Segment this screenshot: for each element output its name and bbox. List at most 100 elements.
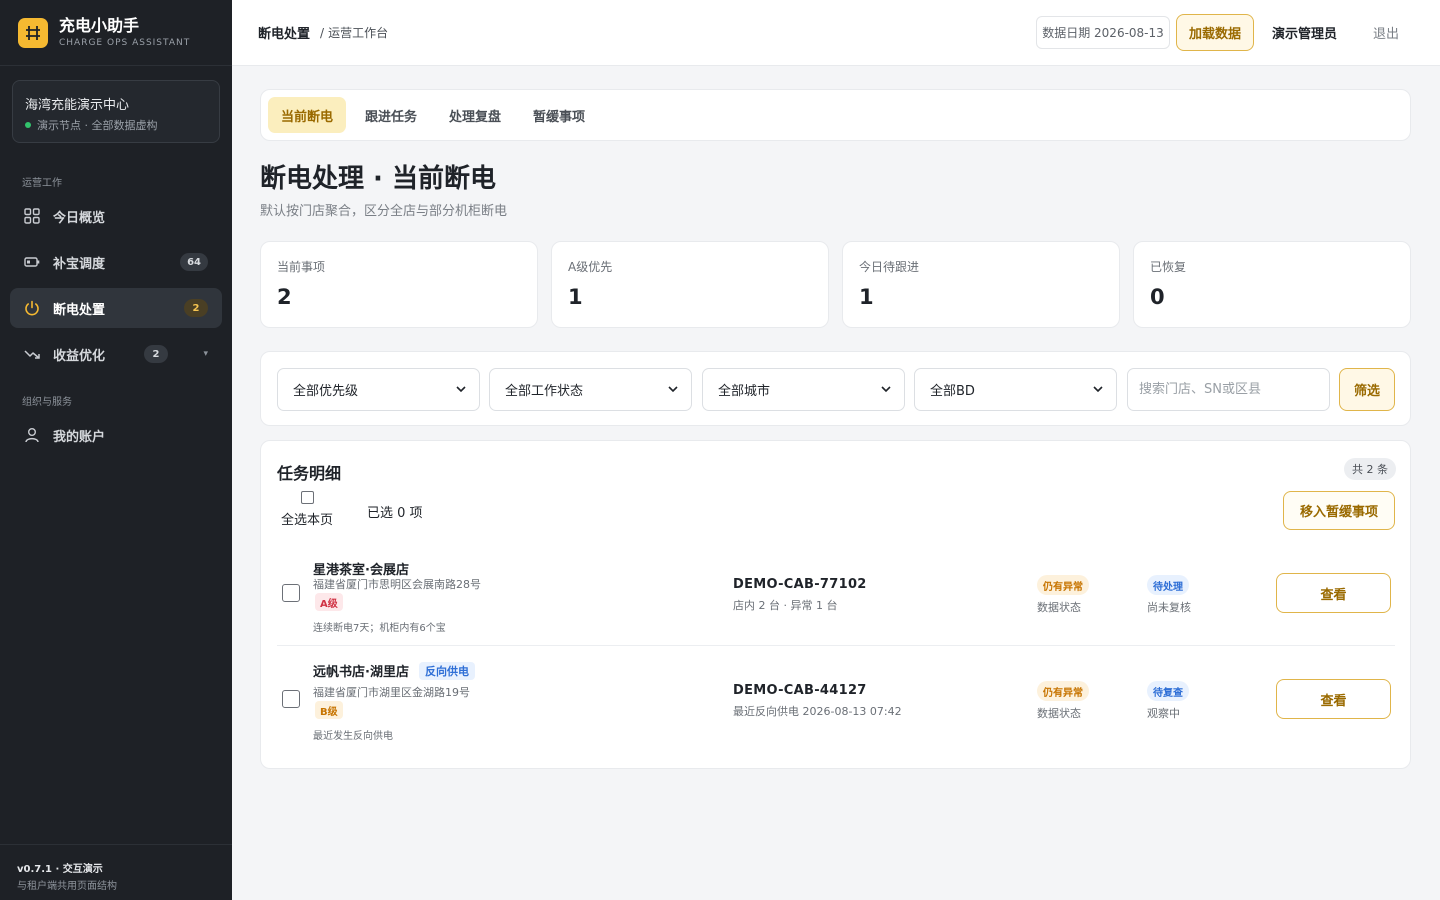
status-dot-icon xyxy=(25,122,31,128)
data-status-badge: 仍有异常 xyxy=(1037,575,1089,595)
nav-group-ops: 运营工作 xyxy=(22,178,62,189)
nav-label: 断电处置 xyxy=(53,302,106,318)
page-description: 默认按门店聚合，区分全店与部分机柜断电 xyxy=(260,204,508,219)
work-status-badge: 待复查 xyxy=(1147,681,1189,701)
load-data-button[interactable]: 加载数据 xyxy=(1176,14,1254,51)
power-icon xyxy=(22,298,42,318)
search-input[interactable] xyxy=(1127,368,1330,411)
status-select[interactable]: 全部工作状态 xyxy=(489,368,692,411)
logout-button[interactable]: 退出 xyxy=(1373,23,1399,42)
row-checkbox[interactable] xyxy=(282,584,300,602)
version-note: 与租户端共用页面结构 xyxy=(17,881,117,892)
view-button[interactable]: 查看 xyxy=(1276,573,1391,613)
nav-group-org: 组织与服务 xyxy=(22,397,72,408)
data-date: 数据日期 2026-08-13 xyxy=(1036,16,1170,49)
nav-item-overview[interactable]: 今日概览 xyxy=(10,196,222,236)
city-select[interactable]: 全部城市 xyxy=(702,368,905,411)
version: v0.7.1 · 交互演示 xyxy=(17,864,103,875)
move-to-deferred-button[interactable]: 移入暂缓事项 xyxy=(1283,491,1395,530)
sidebar: 充电小助手 CHARGE OPS ASSISTANT 海湾充能演示中心 演示节点… xyxy=(0,0,232,900)
task-count-badge: 共 2 条 xyxy=(1344,458,1396,480)
brand-subtitle: CHARGE OPS ASSISTANT xyxy=(59,38,191,48)
grid-icon xyxy=(22,206,42,226)
user-icon xyxy=(22,425,42,445)
chevron-down-icon xyxy=(668,382,678,397)
org-note: 演示节点 · 全部数据虚构 xyxy=(37,119,158,132)
cabinet-id: DEMO-CAB-77102 xyxy=(733,577,867,592)
select-value: 全部工作状态 xyxy=(505,384,584,399)
data-status-label: 数据状态 xyxy=(1037,601,1081,614)
chevron-down-icon xyxy=(1093,382,1103,397)
cabinet-id: DEMO-CAB-44127 xyxy=(733,683,867,698)
reverse-power-tag: 反向供电 xyxy=(418,661,475,680)
filter-bar: 全部优先级 全部工作状态 全部城市 全部BD 筛选 xyxy=(260,351,1411,426)
nav-item-account[interactable]: 我的账户 xyxy=(10,415,222,455)
stat-label: 已恢复 xyxy=(1150,260,1187,274)
cabinet-note: 最近反向供电 2026-08-13 07:42 xyxy=(733,705,902,718)
store-name[interactable]: 远帆书店·湖里店 反向供电 xyxy=(313,661,475,680)
tab-review[interactable]: 处理复盘 xyxy=(436,97,514,133)
nav-item-dispatch[interactable]: 补宝调度 64 xyxy=(10,242,222,282)
nav-badge: 64 xyxy=(180,253,208,271)
breadcrumb-parent[interactable]: 运营工作台 xyxy=(328,24,388,41)
stat-card-a-priority: A级优先 1 xyxy=(551,241,829,328)
task-list-title: 任务明细 xyxy=(277,464,342,483)
tab-bar: 当前断电 跟进任务 处理复盘 暂缓事项 xyxy=(260,89,1411,141)
cabinet-note: 店内 2 台 · 异常 1 台 xyxy=(733,599,838,612)
bd-select[interactable]: 全部BD xyxy=(914,368,1117,411)
user-name[interactable]: 演示管理员 xyxy=(1272,23,1337,42)
nav-item-power-outage[interactable]: 断电处置 2 xyxy=(10,288,222,328)
battery-icon xyxy=(22,252,42,272)
select-value: 全部城市 xyxy=(718,384,771,399)
tab-current-outage[interactable]: 当前断电 xyxy=(268,97,347,133)
stat-value: 2 xyxy=(277,285,292,309)
tab-follow-up[interactable]: 跟进任务 xyxy=(352,97,430,133)
breadcrumb-separator: / xyxy=(320,25,325,40)
nav-item-revenue[interactable]: 收益优化 2 ▾ xyxy=(10,334,222,374)
work-status-label: 尚未复核 xyxy=(1147,601,1191,614)
brand: 充电小助手 CHARGE OPS ASSISTANT xyxy=(0,0,232,66)
store-address: 福建省厦门市湖里区金湖路19号 xyxy=(313,686,470,699)
selected-count: 已选 0 项 xyxy=(367,506,423,521)
page-title: 断电处理 · 当前断电 xyxy=(260,164,496,194)
nav-badge: 2 xyxy=(184,299,208,317)
row-checkbox[interactable] xyxy=(282,690,300,708)
select-all-label: 全选本页 xyxy=(280,513,333,528)
stat-label: A级优先 xyxy=(568,260,613,274)
nav-label: 我的账户 xyxy=(53,429,106,445)
stat-value: 0 xyxy=(1150,285,1165,309)
select-all-toggle[interactable]: 全选本页 xyxy=(277,491,337,528)
stat-label: 今日待跟进 xyxy=(859,260,920,274)
chevron-down-icon[interactable]: ▾ xyxy=(203,349,208,359)
store-address: 福建省厦门市思明区会展南路28号 xyxy=(313,578,481,591)
sidebar-footer: v0.7.1 · 交互演示 与租户端共用页面结构 xyxy=(0,844,232,900)
data-status-badge: 仍有异常 xyxy=(1037,681,1089,701)
stat-value: 1 xyxy=(859,285,874,309)
org-switcher[interactable]: 海湾充能演示中心 演示节点 · 全部数据虚构 xyxy=(12,80,220,143)
grade-badge: A级 xyxy=(315,593,343,611)
stat-card-recovered: 已恢复 0 xyxy=(1133,241,1411,328)
store-note: 最近发生反向供电 xyxy=(313,731,393,742)
view-button[interactable]: 查看 xyxy=(1276,679,1391,719)
work-status-label: 观察中 xyxy=(1147,707,1180,720)
stat-label: 当前事项 xyxy=(277,260,326,274)
tab-deferred[interactable]: 暂缓事项 xyxy=(520,97,598,133)
task-list: 任务明细 共 2 条 全选本页 已选 0 项 移入暂缓事项 星港茶室·会展店 福… xyxy=(260,440,1411,769)
row-divider xyxy=(277,645,1395,646)
nav-badge: 2 xyxy=(144,345,168,363)
select-all-checkbox[interactable] xyxy=(300,491,314,504)
priority-select[interactable]: 全部优先级 xyxy=(277,368,480,411)
select-value: 全部BD xyxy=(930,384,975,399)
nav-label: 收益优化 xyxy=(53,348,106,364)
table-row: 星港茶室·会展店 福建省厦门市思明区会展南路28号 A级 连续断电7天；机柜内有… xyxy=(277,545,1395,645)
breadcrumb-current: 断电处置 xyxy=(258,27,311,42)
stat-card-current: 当前事项 2 xyxy=(260,241,538,328)
topbar: 断电处置 / 运营工作台 数据日期 2026-08-13 加载数据 演示管理员 … xyxy=(232,0,1440,66)
chevron-down-icon xyxy=(456,382,466,397)
grade-badge: B级 xyxy=(315,701,343,719)
store-note: 连续断电7天；机柜内有6个宝 xyxy=(313,623,446,634)
filter-button[interactable]: 筛选 xyxy=(1339,368,1395,411)
table-row: 远帆书店·湖里店 反向供电 福建省厦门市湖里区金湖路19号 B级 最近发生反向供… xyxy=(277,651,1395,751)
nav-label: 今日概览 xyxy=(53,210,106,226)
nav-label: 补宝调度 xyxy=(53,256,106,272)
